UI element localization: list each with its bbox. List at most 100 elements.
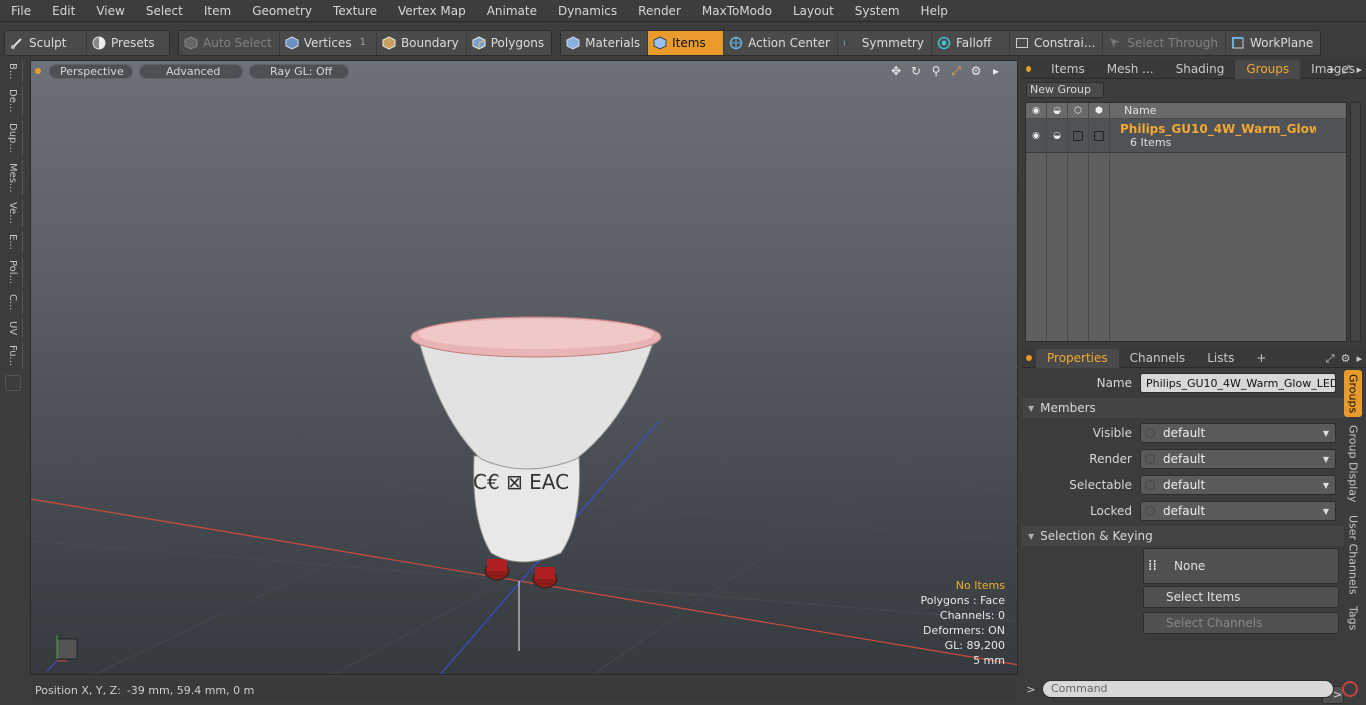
- row-render-icon[interactable]: ◒: [1047, 119, 1068, 153]
- polygons-button[interactable]: Polygons: [467, 31, 551, 55]
- vtab-groups[interactable]: Groups: [1344, 370, 1362, 418]
- keying-none-button[interactable]: ⁞⁞ None: [1143, 548, 1339, 584]
- add-props-tab-icon[interactable]: +: [1245, 349, 1277, 368]
- left-tab-mesh[interactable]: Mes...: [3, 159, 23, 196]
- left-tab-duplicate[interactable]: Dup...: [3, 119, 23, 156]
- add-tab-icon[interactable]: +: [1326, 60, 1335, 79]
- polygons-label: Polygons: [490, 35, 545, 50]
- new-group-button[interactable]: New Group: [1026, 82, 1104, 98]
- menu-view[interactable]: View: [85, 0, 134, 22]
- vtab-group-display[interactable]: Group Display: [1344, 421, 1362, 507]
- menu-system[interactable]: System: [844, 0, 910, 22]
- menu-vertex-map[interactable]: Vertex Map: [387, 0, 476, 22]
- locked-dropdown[interactable]: default ▼: [1140, 501, 1336, 521]
- select-channels-button[interactable]: Select Channels: [1143, 612, 1339, 634]
- items-button[interactable]: Items: [648, 30, 725, 55]
- viewport-settings-icon[interactable]: ⚙: [969, 64, 983, 79]
- command-input[interactable]: Command: [1042, 680, 1334, 698]
- render-col-icon[interactable]: ◒: [1047, 102, 1068, 119]
- left-tab-basic[interactable]: B...: [3, 60, 23, 83]
- symmetry-button[interactable]: Symmetry: [838, 30, 932, 55]
- left-tab-edge[interactable]: E...: [3, 231, 23, 253]
- presets-button[interactable]: Presets: [87, 31, 169, 55]
- constraints-button[interactable]: Constrai...: [1010, 30, 1104, 55]
- menu-animate[interactable]: Animate: [476, 0, 547, 22]
- vtab-tags[interactable]: Tags: [1344, 602, 1362, 634]
- groups-scrollbar[interactable]: [1350, 102, 1361, 342]
- vertices-button[interactable]: Vertices 1: [280, 30, 377, 55]
- stop-icon[interactable]: [1342, 681, 1358, 697]
- vtab-label: Tags: [1346, 606, 1360, 631]
- lock-col-icon[interactable]: ⬢: [1089, 102, 1110, 119]
- maximize-view-icon[interactable]: ⤢: [949, 64, 963, 79]
- auto-select-button[interactable]: Auto Select: [179, 30, 280, 55]
- tab-properties[interactable]: Properties: [1036, 348, 1119, 368]
- tab-mesh[interactable]: Mesh ...: [1096, 60, 1165, 79]
- props-expand-icon[interactable]: ▸: [1356, 349, 1362, 368]
- vertices-icon: [285, 35, 299, 50]
- menu-select[interactable]: Select: [135, 0, 193, 22]
- name-field[interactable]: Philips_GU10_4W_Warm_Glow_LED_B: [1140, 373, 1336, 393]
- chevron-down-icon: ▼: [1322, 480, 1329, 490]
- rotate-view-icon[interactable]: ↻: [909, 64, 923, 79]
- tab-channels[interactable]: Channels: [1119, 349, 1197, 368]
- falloff-button[interactable]: Falloff: [932, 30, 1010, 55]
- left-tab-polygon[interactable]: Pol...: [3, 256, 23, 287]
- view-mode-dropdown[interactable]: Perspective: [49, 63, 133, 79]
- menu-file[interactable]: File: [0, 0, 41, 22]
- vtab-user-channels[interactable]: User Channels: [1344, 511, 1362, 598]
- select-items-button[interactable]: Select Items: [1143, 586, 1339, 608]
- visibility-col-icon[interactable]: ◉: [1026, 102, 1047, 119]
- materials-button[interactable]: Materials: [561, 30, 649, 55]
- members-section[interactable]: ▼ Members: [1022, 398, 1344, 418]
- left-tab-extra[interactable]: [5, 374, 21, 391]
- menu-help[interactable]: Help: [910, 0, 958, 22]
- workplane-button[interactable]: WorkPlane: [1226, 31, 1320, 55]
- left-tab-uv[interactable]: UV: [3, 317, 23, 338]
- props-settings-icon[interactable]: ⚙: [1341, 349, 1351, 368]
- left-tab-curve[interactable]: C...: [3, 290, 23, 314]
- sculpt-button[interactable]: Sculpt: [5, 30, 87, 55]
- select-col-icon[interactable]: ⬡: [1068, 102, 1089, 119]
- tab-shading[interactable]: Shading: [1165, 60, 1236, 79]
- selectable-dropdown[interactable]: default ▼: [1140, 475, 1336, 495]
- menu-edit[interactable]: Edit: [41, 0, 85, 22]
- panel-menu-dot[interactable]: [1026, 66, 1032, 72]
- row-visibility-icon[interactable]: ◉: [1026, 119, 1047, 153]
- move-view-icon[interactable]: ✥: [889, 64, 903, 79]
- menu-geometry[interactable]: Geometry: [241, 0, 322, 22]
- action-center-button[interactable]: Action Center: [724, 30, 838, 55]
- visible-dropdown[interactable]: default ▼: [1140, 423, 1336, 443]
- maximize-panel-icon[interactable]: ⤢: [1342, 60, 1351, 79]
- viewport-menu-dot[interactable]: [35, 68, 41, 74]
- tab-items[interactable]: Items: [1035, 60, 1096, 79]
- menu-item[interactable]: Item: [193, 0, 241, 22]
- boundary-button[interactable]: Boundary: [377, 30, 467, 55]
- row-select-toggle[interactable]: [1068, 119, 1089, 153]
- props-menu-dot[interactable]: [1026, 355, 1032, 361]
- panel-expand-icon[interactable]: ▸: [1356, 60, 1362, 79]
- render-dropdown[interactable]: default ▼: [1140, 449, 1336, 469]
- 3d-viewport[interactable]: C€ ⊠ EAC Perspective Advanced Ray GL: Of…: [30, 60, 1018, 675]
- menu-layout[interactable]: Layout: [782, 0, 844, 22]
- raygl-dropdown[interactable]: Ray GL: Off: [249, 63, 349, 79]
- viewport-expand-icon[interactable]: ▸: [989, 64, 1003, 79]
- row-lock-toggle[interactable]: [1089, 119, 1110, 153]
- left-tab-fusion[interactable]: Fu...: [3, 341, 23, 369]
- zoom-view-icon[interactable]: ⚲: [929, 64, 943, 79]
- menu-texture[interactable]: Texture: [322, 0, 387, 22]
- maximize-props-icon[interactable]: ⤢: [1326, 349, 1335, 368]
- group-row[interactable]: ◉ ◒ Philips_GU10_4W_Warm_Glow_... 6 Item…: [1026, 119, 1346, 153]
- shading-mode-dropdown[interactable]: Advanced: [139, 63, 243, 79]
- command-history-icon[interactable]: >: [1022, 683, 1040, 696]
- menu-maxtomodo[interactable]: MaxToModo: [691, 0, 782, 22]
- menu-render[interactable]: Render: [627, 0, 691, 22]
- tab-groups[interactable]: Groups: [1235, 59, 1301, 79]
- select-through-button[interactable]: Select Through: [1103, 30, 1226, 55]
- action-center-label: Action Center: [748, 35, 830, 50]
- left-tab-deform[interactable]: De...: [3, 86, 23, 116]
- left-tab-vertex[interactable]: Ve...: [3, 199, 23, 228]
- menu-dynamics[interactable]: Dynamics: [547, 0, 627, 22]
- tab-lists[interactable]: Lists: [1196, 349, 1245, 368]
- selection-keying-section[interactable]: ▼ Selection & Keying: [1022, 526, 1344, 546]
